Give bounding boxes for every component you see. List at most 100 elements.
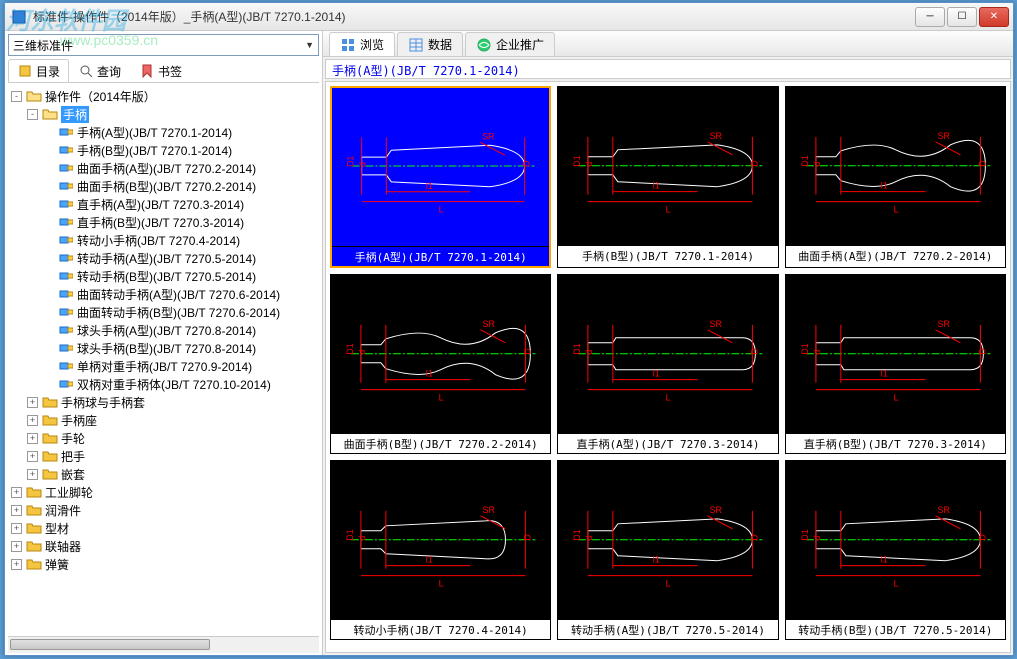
thumbnail[interactable]: L l1 D1 d D SR 手柄(A型)(JB/T 7270.1-2014) (330, 86, 551, 268)
category-combo[interactable]: 三维标准件 ▼ (8, 34, 319, 56)
tree-node[interactable]: 转动手柄(A型)(JB/T 7270.5-2014) (7, 249, 320, 267)
tree-toggle[interactable]: + (11, 505, 22, 516)
tree-toggle-empty (43, 253, 54, 264)
tree-node[interactable]: +型材 (7, 519, 320, 537)
app-icon (11, 9, 27, 25)
folder-icon (42, 106, 58, 122)
thumbnail[interactable]: L l1 D1 d D SR 曲面手柄(A型)(JB/T 7270.2-2014… (785, 86, 1006, 268)
tree-toggle[interactable]: + (27, 415, 38, 426)
cad-drawing: L l1 D1 d D SR (786, 461, 1005, 619)
tab-catalog[interactable]: 目录 (8, 59, 69, 82)
tree-node[interactable]: 直手柄(A型)(JB/T 7270.3-2014) (7, 195, 320, 213)
tree-node[interactable]: +联轴器 (7, 537, 320, 555)
cad-drawing: L l1 D1 d D SR (786, 275, 1005, 433)
svg-text:SR: SR (483, 319, 496, 329)
svg-text:D: D (522, 534, 532, 541)
thumbnail[interactable]: L l1 D1 d D SR 转动手柄(B型)(JB/T 7270.5-2014… (785, 460, 1006, 640)
horizontal-scrollbar[interactable] (8, 636, 319, 653)
tree-node[interactable]: 转动手柄(B型)(JB/T 7270.5-2014) (7, 267, 320, 285)
tree-toggle[interactable]: + (27, 433, 38, 444)
table-icon (408, 37, 424, 53)
thumbnail-caption: 曲面手柄(A型)(JB/T 7270.2-2014) (786, 245, 1005, 265)
tree-node[interactable]: 球头手柄(A型)(JB/T 7270.8-2014) (7, 321, 320, 339)
thumbnail-image: L l1 D1 d D SR (558, 461, 777, 619)
thumbnail-area[interactable]: L l1 D1 d D SR 手柄(A型)(JB/T 7270.1-2014) … (325, 81, 1011, 653)
tree-node[interactable]: 单柄对重手柄(JB/T 7270.9-2014) (7, 357, 320, 375)
tree-node[interactable]: 手柄(B型)(JB/T 7270.1-2014) (7, 141, 320, 159)
tree-node[interactable]: +润滑件 (7, 501, 320, 519)
tree-node[interactable]: 转动小手柄(JB/T 7270.4-2014) (7, 231, 320, 249)
tree-toggle-empty (43, 199, 54, 210)
tree-node[interactable]: 曲面手柄(A型)(JB/T 7270.2-2014) (7, 159, 320, 177)
tree-node[interactable]: 手柄(A型)(JB/T 7270.1-2014) (7, 123, 320, 141)
scroll-thumb[interactable] (10, 639, 210, 650)
tree-toggle[interactable]: + (11, 559, 22, 570)
tree-toggle[interactable]: - (11, 91, 22, 102)
tree-toggle[interactable]: + (11, 523, 22, 534)
tree-label: 转动手柄(A型)(JB/T 7270.5-2014) (77, 250, 256, 267)
main-window: 标准件-操作件（2014年版）_手柄(A型)(JB/T 7270.1-2014)… (4, 2, 1014, 656)
tree-node[interactable]: -手柄 (7, 105, 320, 123)
svg-text:d: d (584, 350, 594, 355)
tree-toggle[interactable]: + (27, 451, 38, 462)
folder-icon (26, 556, 42, 572)
thumbnail[interactable]: L l1 D1 d D SR 直手柄(A型)(JB/T 7270.3-2014) (557, 274, 778, 454)
tree-label: 手柄座 (61, 412, 97, 429)
part-icon (58, 160, 74, 176)
thumbnail-caption: 转动手柄(A型)(JB/T 7270.5-2014) (558, 619, 777, 639)
tree-node[interactable]: 直手柄(B型)(JB/T 7270.3-2014) (7, 213, 320, 231)
svg-text:D1: D1 (800, 343, 810, 354)
tree-toggle[interactable]: - (27, 109, 38, 120)
svg-text:l1: l1 (426, 555, 433, 565)
tree-toggle[interactable]: + (11, 541, 22, 552)
tree-view[interactable]: -操作件（2014年版）-手柄手柄(A型)(JB/T 7270.1-2014)手… (5, 83, 322, 636)
tab-preview[interactable]: 浏览 (329, 32, 395, 56)
close-button[interactable]: ✕ (979, 7, 1009, 27)
search-icon (78, 63, 94, 79)
maximize-button[interactable]: ☐ (947, 7, 977, 27)
tree-node[interactable]: 曲面手柄(B型)(JB/T 7270.2-2014) (7, 177, 320, 195)
tab-search[interactable]: 查询 (69, 59, 130, 82)
svg-text:d: d (358, 162, 368, 167)
tree-node[interactable]: +嵌套 (7, 465, 320, 483)
tree-node[interactable]: - 操作件（2014年版） (7, 87, 320, 105)
tree-node[interactable]: 曲面转动手柄(B型)(JB/T 7270.6-2014) (7, 303, 320, 321)
svg-text:SR: SR (483, 505, 496, 515)
tree-node[interactable]: + 手柄座 (7, 411, 320, 429)
tree-toggle-empty (43, 217, 54, 228)
tree-label: 单柄对重手柄(JB/T 7270.9-2014) (77, 358, 252, 375)
thumbnail[interactable]: L l1 D1 d D SR 曲面手柄(B型)(JB/T 7270.2-2014… (330, 274, 551, 454)
part-icon (58, 250, 74, 266)
svg-text:D: D (750, 348, 760, 355)
tab-bookmark[interactable]: 书签 (130, 59, 191, 82)
tree-node[interactable]: +手轮 (7, 429, 320, 447)
tree-node[interactable]: +手柄球与手柄套 (7, 393, 320, 411)
thumbnail[interactable]: L l1 D1 d D SR 手柄(B型)(JB/T 7270.1-2014) (557, 86, 778, 268)
titlebar[interactable]: 标准件-操作件（2014年版）_手柄(A型)(JB/T 7270.1-2014)… (5, 3, 1013, 31)
thumbnail-caption: 转动手柄(B型)(JB/T 7270.5-2014) (786, 619, 1005, 639)
tree-node[interactable]: 球头手柄(B型)(JB/T 7270.8-2014) (7, 339, 320, 357)
part-icon (58, 268, 74, 284)
tree-toggle[interactable]: + (11, 487, 22, 498)
tree-node[interactable]: 双柄对重手柄体(JB/T 7270.10-2014) (7, 375, 320, 393)
tree-label: 直手柄(B型)(JB/T 7270.3-2014) (77, 214, 244, 231)
svg-text:D: D (977, 160, 987, 167)
tab-search-label: 查询 (97, 63, 121, 80)
thumbnail[interactable]: L l1 D1 d D SR 转动小手柄(JB/T 7270.4-2014) (330, 460, 551, 640)
tree-label: 操作件（2014年版） (45, 88, 156, 105)
tab-enterprise[interactable]: 企业推广 (465, 32, 555, 56)
minimize-button[interactable]: ─ (915, 7, 945, 27)
tree-node[interactable]: 曲面转动手柄(A型)(JB/T 7270.6-2014) (7, 285, 320, 303)
thumbnail[interactable]: L l1 D1 d D SR 转动手柄(A型)(JB/T 7270.5-2014… (557, 460, 778, 640)
svg-text:l1: l1 (653, 369, 660, 379)
tree-toggle[interactable]: + (27, 469, 38, 480)
tab-data[interactable]: 数据 (397, 32, 463, 56)
tree-node[interactable]: +弹簧 (7, 555, 320, 573)
tree-node[interactable]: +把手 (7, 447, 320, 465)
tree-toggle-empty (43, 289, 54, 300)
tree-node[interactable]: +工业脚轮 (7, 483, 320, 501)
svg-text:l1: l1 (880, 181, 887, 191)
svg-text:l1: l1 (426, 369, 433, 379)
tree-toggle[interactable]: + (27, 397, 38, 408)
thumbnail[interactable]: L l1 D1 d D SR 直手柄(B型)(JB/T 7270.3-2014) (785, 274, 1006, 454)
